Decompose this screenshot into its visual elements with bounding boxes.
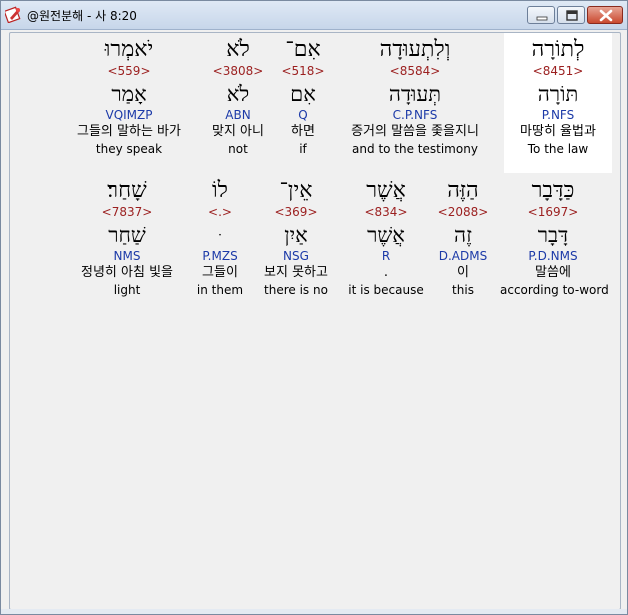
- morph-code: ABN: [225, 108, 251, 122]
- korean-gloss: 이: [457, 265, 469, 280]
- english-gloss: in them: [196, 283, 244, 297]
- strong-number-link[interactable]: <559>: [60, 63, 198, 79]
- strong-number-link[interactable]: <7837>: [60, 204, 194, 220]
- hebrew-word: אֲשֶׁר: [366, 178, 406, 203]
- morph-code: P.MZS: [202, 249, 238, 263]
- analysis-panel: יֹאמְרוּ <559> אָמַר VQIMZP 그들의 말하는 바가 t…: [9, 32, 621, 610]
- word-card[interactable]: אֲשֶׁר <834> אֲשֶׁר R . it is because: [346, 178, 426, 298]
- hebrew-word: יֹאמְרוּ: [104, 37, 154, 62]
- korean-gloss: .: [383, 265, 389, 280]
- strong-number-link[interactable]: <2088>: [430, 204, 496, 220]
- word-card[interactable]: לוֹ <.> ּ P.MZS 그들이 in them: [194, 178, 246, 298]
- morph-code: Q: [298, 108, 308, 122]
- word-card[interactable]: שָׁחַר׃ <7837> שַׁחַר NMS 정녕히 아침 빛을 ligh…: [60, 178, 194, 298]
- word-card[interactable]: אִם־ <518> אִם Q 하면 if: [278, 37, 328, 157]
- english-gloss: and to the testimony: [352, 142, 478, 156]
- morph-code: C.P.NFS: [392, 108, 438, 122]
- maximize-button[interactable]: [557, 6, 585, 24]
- lemma-word: אִם: [290, 82, 316, 106]
- english-gloss: they speak: [95, 142, 163, 156]
- word-card[interactable]: לֹא <3808> לֹא ABN 맞지 아니 not: [200, 37, 276, 157]
- word-card[interactable]: וְלִתְעוּדָה <8584> תְּעוּדָה C.P.NFS 증거…: [330, 37, 500, 157]
- close-icon: [599, 9, 613, 22]
- title-bar[interactable]: @원전분해 - 사 8:20: [1, 1, 627, 30]
- hebrew-word: לֹא: [226, 37, 250, 62]
- hebrew-word: אִם־: [285, 37, 321, 62]
- lemma-word: תְּעוּדָה: [388, 82, 442, 106]
- lemma-word: תּוֹרָה: [537, 82, 579, 106]
- morph-code: R: [381, 249, 391, 263]
- lemma-word: שַׁחַר: [108, 223, 146, 247]
- korean-gloss: 그들이: [202, 265, 238, 280]
- lemma-word: לֹא: [226, 82, 250, 106]
- window-title: @원전분해 - 사 8:20: [27, 9, 137, 23]
- korean-gloss: 말씀에: [535, 265, 571, 280]
- morph-code: VQIMZP: [105, 108, 153, 122]
- lemma-word: אַיִן: [284, 223, 308, 247]
- english-gloss: it is because: [348, 283, 424, 297]
- minimize-icon: [536, 16, 548, 21]
- english-gloss: if: [299, 142, 307, 156]
- minimize-button[interactable]: [527, 6, 555, 24]
- app-window: @원전분해 - 사 8:20 יֹאמְרוּ <559> אָמַר VQIM…: [0, 0, 628, 615]
- strong-number-link[interactable]: <369>: [254, 204, 338, 220]
- morph-code: D.ADMS: [438, 249, 488, 263]
- word-card[interactable]: הַזֶּה <2088> זֶה D.ADMS 이 this: [430, 178, 496, 298]
- word-card[interactable]: אֵין־ <369> אַיִן NSG 보지 못하고 there is no: [254, 178, 338, 298]
- korean-gloss: 마땅히 율법과: [520, 124, 596, 139]
- korean-gloss: 맞지 아니: [212, 124, 264, 139]
- korean-gloss: 보지 못하고: [264, 265, 328, 280]
- lemma-word: דָּבָר: [537, 223, 569, 247]
- morph-code: NMS: [113, 249, 141, 263]
- strong-number-link[interactable]: <3808>: [200, 63, 276, 79]
- lemma-word: ּ: [194, 222, 246, 248]
- english-gloss: To the law: [527, 142, 589, 156]
- hebrew-word: לוֹ: [212, 178, 228, 203]
- lemma-word: זֶה: [454, 223, 472, 247]
- maximize-icon: [566, 10, 578, 21]
- english-gloss: this: [452, 283, 474, 297]
- korean-gloss: 하면: [291, 124, 315, 139]
- korean-gloss: 그들의 말하는 바가: [77, 124, 181, 139]
- hebrew-word: אֵין־: [279, 178, 313, 203]
- morph-code: P.D.NMS: [528, 249, 578, 263]
- window-bottom-border: [1, 609, 627, 614]
- strong-number-link[interactable]: <8451>: [504, 63, 612, 79]
- english-gloss: there is no: [264, 283, 328, 297]
- strong-number-link[interactable]: <1697>: [500, 204, 606, 220]
- strong-number-link[interactable]: <518>: [278, 63, 328, 79]
- hebrew-word: לְתוֹרָה: [531, 37, 585, 62]
- english-gloss: according to-word: [500, 283, 609, 297]
- lemma-word: אֲשֶׁר: [367, 223, 405, 247]
- hebrew-word: כַּדָּבָר: [531, 178, 575, 203]
- english-gloss: not: [228, 142, 248, 156]
- word-card[interactable]: כַּדָּבָר <1697> דָּבָר P.D.NMS 말씀에 acco…: [500, 178, 609, 298]
- word-card-selected[interactable]: לְתוֹרָה <8451> תּוֹרָה P.NFS 마땅히 율법과 To…: [504, 33, 612, 173]
- close-button[interactable]: [587, 6, 623, 24]
- app-icon: [5, 6, 21, 23]
- korean-gloss: 증거의 말씀을 좇을지니: [351, 124, 479, 139]
- morph-code: P.NFS: [541, 108, 575, 122]
- korean-gloss: 정녕히 아침 빛을: [81, 265, 173, 280]
- word-card[interactable]: יֹאמְרוּ <559> אָמַר VQIMZP 그들의 말하는 바가 t…: [60, 37, 198, 157]
- strong-number-link[interactable]: <8584>: [330, 63, 500, 79]
- hebrew-word: וְלִתְעוּדָה: [379, 37, 451, 62]
- lemma-word: אָמַר: [111, 82, 147, 106]
- strong-number-link[interactable]: <.>: [194, 204, 246, 220]
- hebrew-word: שָׁחַר׃: [107, 178, 147, 203]
- morph-code: NSG: [283, 249, 309, 263]
- strong-number-link[interactable]: <834>: [346, 204, 426, 220]
- english-gloss: light: [113, 283, 141, 297]
- hebrew-word: הַזֶּה: [447, 178, 479, 203]
